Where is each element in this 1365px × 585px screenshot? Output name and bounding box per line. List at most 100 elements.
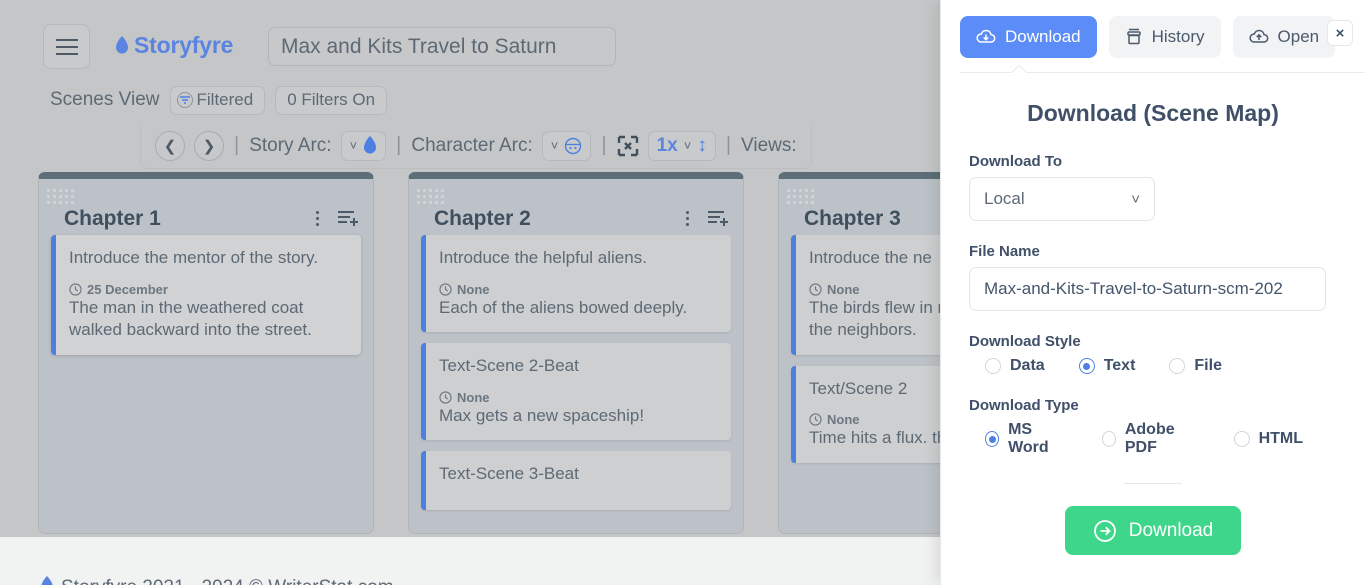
divider: | bbox=[396, 134, 402, 156]
card-title: Text-Scene 3-Beat bbox=[439, 464, 579, 484]
panel-title: Download (Scene Map) bbox=[1027, 100, 1279, 126]
radio-indicator bbox=[1233, 431, 1250, 447]
filter-icon bbox=[176, 92, 193, 108]
flame-icon bbox=[116, 36, 128, 54]
card-body: Max gets a new spaceship! bbox=[439, 405, 645, 425]
chevron-down-icon: ˅ bbox=[349, 138, 358, 153]
add-card-icon[interactable] bbox=[707, 210, 729, 226]
brand-logo[interactable]: Storyfyre bbox=[115, 32, 233, 59]
vertical-resize-icon[interactable]: ↕ bbox=[697, 135, 707, 157]
radio-style-text-label: Text bbox=[1103, 357, 1136, 374]
drag-handle-icon[interactable] bbox=[787, 189, 814, 207]
next-arrow-icon[interactable]: ❯ bbox=[194, 130, 224, 161]
column-header: Chapter 1 bbox=[39, 179, 373, 235]
file-name-input[interactable]: Max-and-Kits-Travel-to-Saturn-scm-202 bbox=[969, 267, 1326, 311]
file-name-label: File Name bbox=[969, 243, 1040, 260]
radio-indicator bbox=[1101, 431, 1116, 447]
drag-handle-icon[interactable] bbox=[47, 189, 74, 207]
tab-history-label: History bbox=[1151, 27, 1205, 46]
story-title-value: Max and Kits Travel to Saturn bbox=[281, 34, 557, 58]
radio-style-file-label: File bbox=[1194, 357, 1222, 374]
download-type-radiogroup: MS Word Adobe PDF HTML bbox=[969, 421, 1337, 457]
card-time-label: None bbox=[457, 389, 490, 405]
download-to-value: Local bbox=[984, 189, 1025, 208]
more-options-icon[interactable] bbox=[316, 210, 319, 226]
story-title-input[interactable]: Max and Kits Travel to Saturn bbox=[268, 27, 616, 66]
card-body: Each of the aliens bowed deeply. bbox=[439, 297, 688, 317]
card-time-label: None bbox=[827, 412, 860, 428]
brand-label: Storyfyre bbox=[134, 32, 234, 58]
filtered-label: Filtered bbox=[196, 90, 254, 109]
scene-card[interactable]: Introduce the mentor of the story. 25 De… bbox=[51, 235, 361, 355]
radio-style-text[interactable]: Text bbox=[1078, 357, 1136, 375]
radio-type-pdf[interactable]: Adobe PDF bbox=[1101, 421, 1200, 457]
download-to-select[interactable]: Local ˅ bbox=[969, 177, 1155, 221]
filtered-button[interactable]: Filtered bbox=[169, 85, 266, 115]
card-time-label: None bbox=[827, 281, 860, 297]
clock-icon bbox=[69, 283, 82, 296]
download-panel: Download History Open × Download (Scene … bbox=[940, 0, 1365, 585]
prev-arrow-icon[interactable]: ❮ bbox=[155, 130, 185, 161]
download-type-label: Download Type bbox=[969, 397, 1079, 414]
card-time-label: 25 December bbox=[87, 281, 168, 297]
tab-history[interactable]: History bbox=[1108, 16, 1221, 58]
expand-icon[interactable] bbox=[617, 135, 639, 157]
views-label: Views: bbox=[741, 134, 797, 156]
card-title: Introduce the helpful aliens. bbox=[439, 248, 647, 267]
card-body: The man in the weathered coat walked bac… bbox=[69, 297, 312, 340]
column-title: Chapter 1 bbox=[64, 207, 161, 230]
card-time-label: None bbox=[457, 281, 490, 297]
radio-indicator bbox=[1078, 358, 1095, 374]
board-column[interactable]: Chapter 2 Introduce the helpful aliens. bbox=[408, 172, 744, 534]
close-icon[interactable]: × bbox=[1327, 20, 1353, 46]
tab-open[interactable]: Open bbox=[1232, 16, 1336, 58]
cloud-download-icon bbox=[976, 29, 996, 43]
radio-indicator bbox=[985, 358, 1001, 374]
cloud-upload-icon bbox=[1248, 29, 1268, 43]
clock-icon bbox=[439, 283, 452, 296]
more-options-icon[interactable] bbox=[686, 210, 689, 226]
story-arc-label: Story Arc: bbox=[249, 134, 332, 156]
chevron-down-icon: ˅ bbox=[550, 138, 559, 153]
filters-on-button[interactable]: 0 Filters On bbox=[275, 85, 388, 115]
character-arc-select[interactable]: ˅ bbox=[541, 130, 592, 161]
radio-style-data-label: Data bbox=[1010, 357, 1045, 374]
download-submit-button[interactable]: Download bbox=[1064, 506, 1242, 555]
circle-arrow-right-icon bbox=[1093, 519, 1116, 542]
story-arc-select[interactable]: ˅ bbox=[340, 130, 387, 161]
download-style-label: Download Style bbox=[969, 333, 1081, 350]
character-face-icon bbox=[565, 137, 582, 154]
scene-card[interactable]: Text-Scene 3-Beat bbox=[421, 451, 731, 511]
clock-icon bbox=[809, 283, 822, 296]
panel-tabs: Download History Open bbox=[941, 0, 1365, 72]
zoom-level-label: 1x bbox=[656, 134, 678, 156]
radio-style-file[interactable]: File bbox=[1169, 357, 1222, 375]
arc-toolbar: ❮ ❯ | Story Arc: ˅ | Character Arc: ˅ | … bbox=[140, 123, 812, 169]
active-tab-pointer bbox=[1011, 64, 1027, 73]
radio-indicator bbox=[1169, 358, 1186, 374]
add-card-icon[interactable] bbox=[337, 210, 359, 226]
radio-type-pdf-label: Adobe PDF bbox=[1124, 421, 1175, 456]
flame-icon bbox=[364, 136, 377, 154]
drag-handle-icon[interactable] bbox=[417, 189, 444, 207]
radio-style-data[interactable]: Data bbox=[985, 357, 1045, 375]
screen: Storyfyre Max and Kits Travel to Saturn … bbox=[0, 0, 1365, 585]
scene-card[interactable]: Text-Scene 2-Beat None Max gets a new sp… bbox=[421, 343, 731, 441]
download-form: Download To Local ˅ File Name Max-and-Ki… bbox=[941, 153, 1365, 555]
card-title: Introduce the mentor of the story. bbox=[69, 248, 319, 267]
divider: | bbox=[234, 134, 240, 156]
scene-card[interactable]: Introduce the helpful aliens. None Each … bbox=[421, 235, 731, 333]
hamburger-icon[interactable] bbox=[43, 24, 90, 69]
flame-icon bbox=[41, 576, 53, 585]
radio-type-msword[interactable]: MS Word bbox=[985, 421, 1068, 457]
character-arc-label: Character Arc: bbox=[411, 134, 533, 156]
archive-box-icon bbox=[1126, 28, 1141, 45]
scenes-view-label: Scenes View bbox=[50, 89, 160, 110]
radio-indicator bbox=[985, 431, 1000, 447]
radio-type-html[interactable]: HTML bbox=[1233, 430, 1303, 448]
card-time: None bbox=[439, 282, 718, 297]
zoom-select[interactable]: 1x ˅ ↕ bbox=[647, 130, 716, 161]
board-column[interactable]: Chapter 1 Introduce the mentor of the st… bbox=[38, 172, 374, 534]
divider: | bbox=[601, 134, 607, 156]
tab-download[interactable]: Download bbox=[960, 16, 1097, 58]
